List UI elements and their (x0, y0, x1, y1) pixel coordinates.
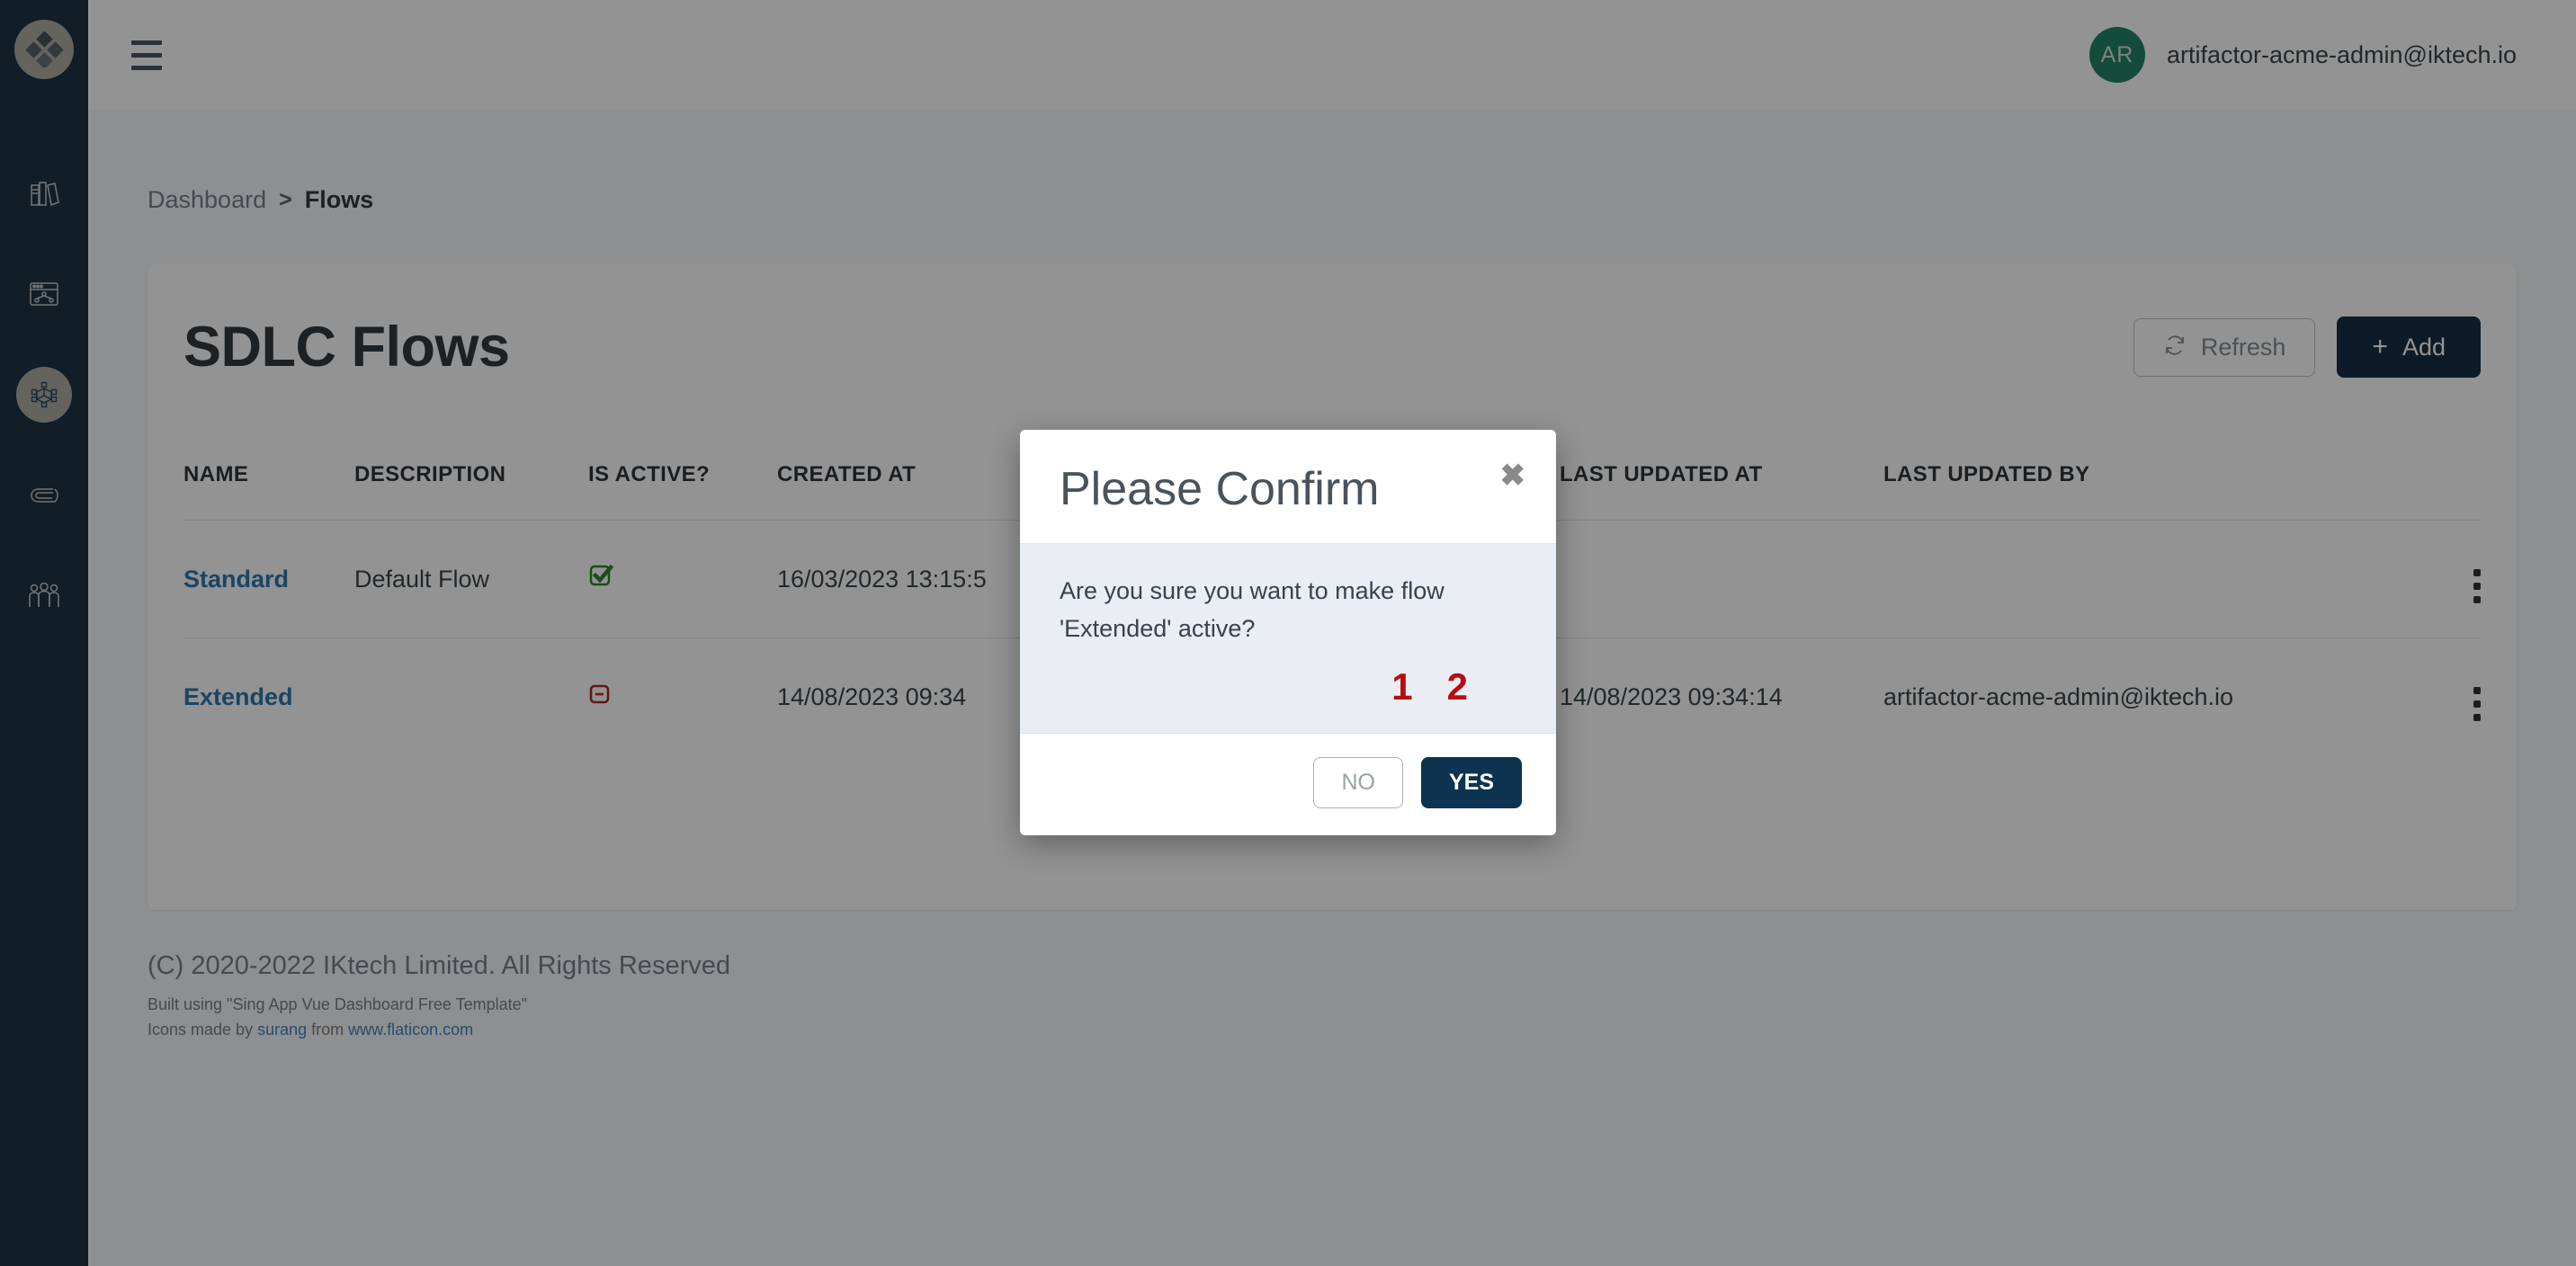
annotation-marker-2: 2 (1446, 664, 1468, 708)
dialog-body: Are you sure you want to make flow 'Exte… (1020, 543, 1556, 734)
close-x-icon[interactable]: ✖ (1500, 460, 1526, 491)
dialog-footer: NO YES (1020, 733, 1556, 835)
app-root: AR artifactor-acme-admin@iktech.io Dashb… (0, 0, 2576, 1266)
dialog-message: Are you sure you want to make flow 'Exte… (1060, 577, 1445, 642)
annotation-row: 1 2 (1060, 648, 1516, 709)
dialog-title: Please Confirm (1060, 463, 1380, 515)
no-button[interactable]: NO (1313, 756, 1403, 808)
confirm-dialog: Please Confirm ✖ Are you sure you want t… (1020, 430, 1556, 835)
dialog-header: Please Confirm ✖ (1020, 430, 1556, 543)
annotation-marker-1: 1 (1391, 664, 1413, 708)
yes-button[interactable]: YES (1420, 756, 1522, 808)
